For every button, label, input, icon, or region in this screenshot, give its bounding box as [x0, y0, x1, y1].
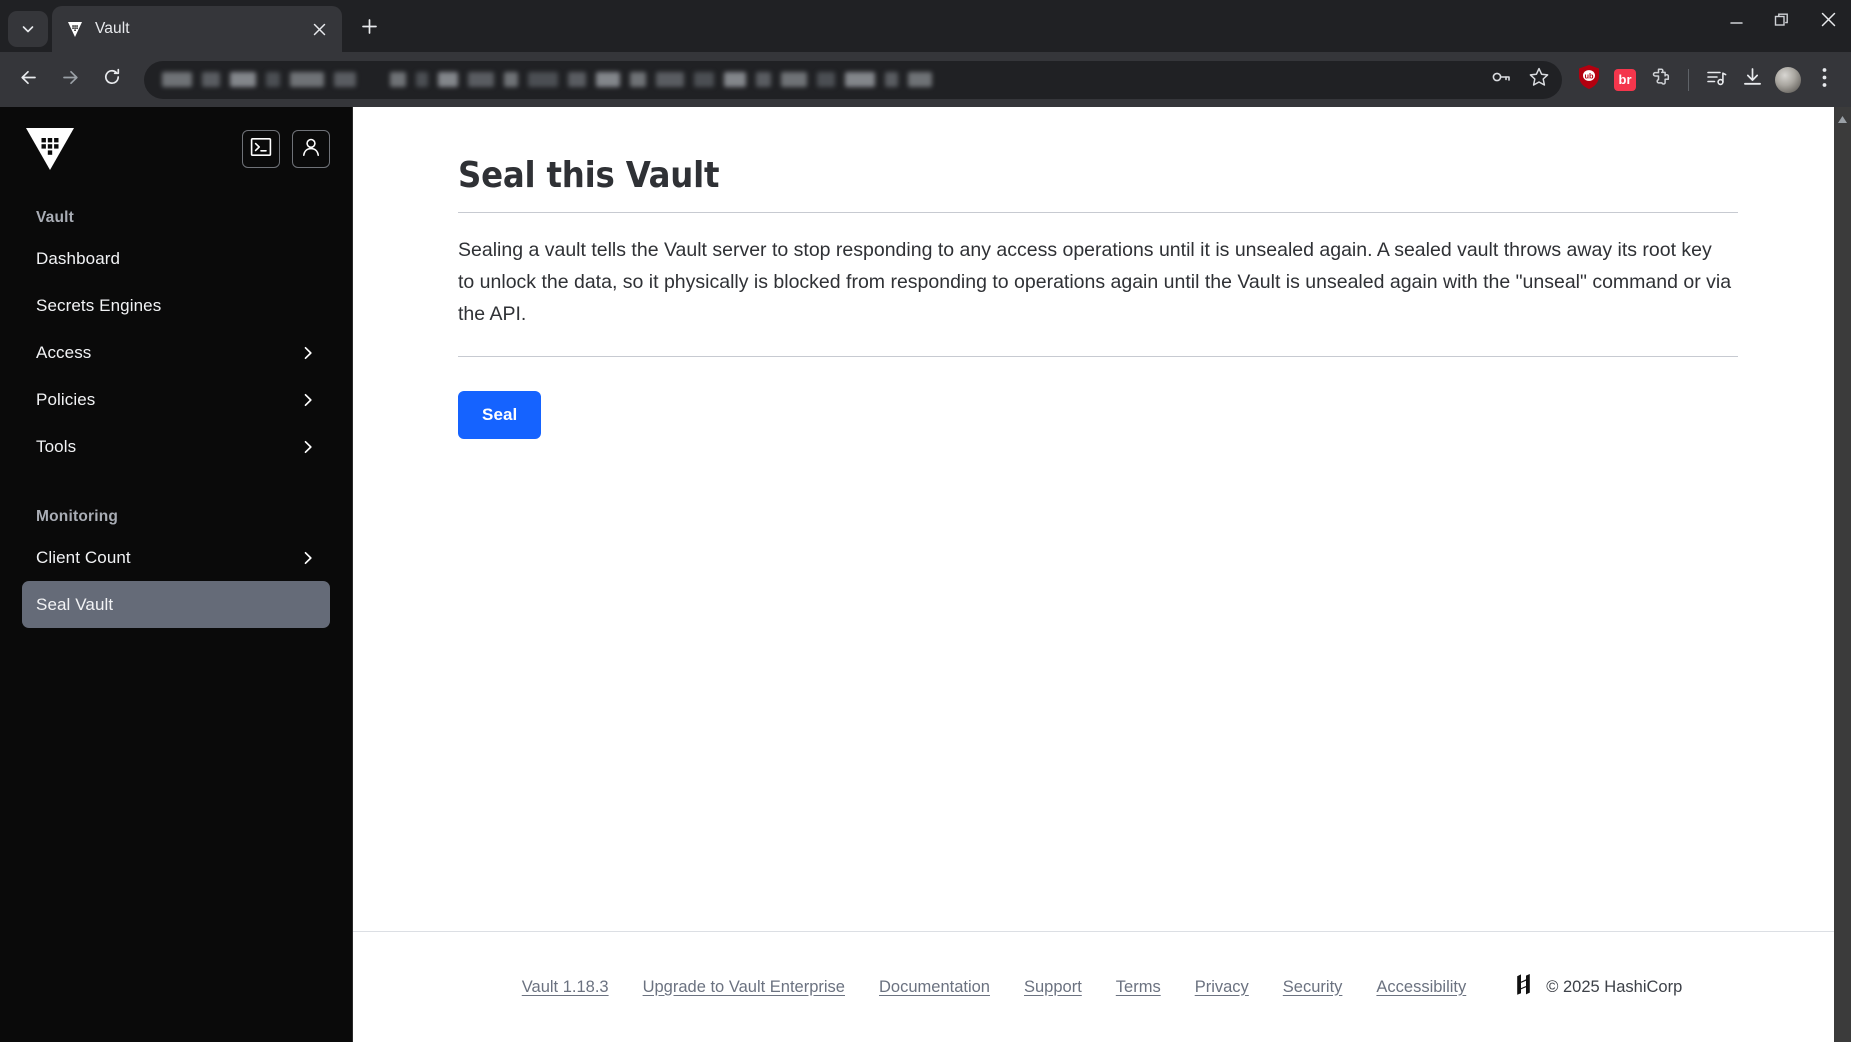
footer-link-security[interactable]: Security — [1283, 978, 1343, 997]
sidebar-item-tools[interactable]: Tools — [22, 423, 330, 470]
sidebar-item-label: Client Count — [36, 547, 131, 567]
extensions-puzzle-icon — [1650, 66, 1673, 94]
footer-link-support[interactable]: Support — [1024, 978, 1082, 997]
sidebar-item-label: Dashboard — [36, 248, 121, 268]
copyright-text: © 2025 HashiCorp — [1546, 977, 1683, 996]
close-icon[interactable] — [306, 16, 332, 42]
hashicorp-logo-icon — [1514, 974, 1533, 1000]
chevron-right-icon — [300, 345, 316, 361]
maximize-window-button[interactable] — [1759, 0, 1805, 44]
bookmark-button[interactable] — [1522, 63, 1556, 97]
minimize-window-button[interactable] — [1713, 0, 1759, 44]
chevron-right-icon — [300, 439, 316, 455]
sidebar-item-label: Policies — [36, 389, 96, 409]
sidebar-item-label: Seal Vault — [36, 594, 114, 614]
save-password-button[interactable] — [1484, 63, 1518, 97]
footer-link-terms[interactable]: Terms — [1116, 978, 1161, 997]
footer-link-upgrade[interactable]: Upgrade to Vault Enterprise — [643, 978, 845, 997]
footer-link-privacy[interactable]: Privacy — [1195, 978, 1249, 997]
br-extension-button[interactable]: br — [1608, 63, 1642, 97]
console-toggle-button[interactable] — [242, 130, 280, 168]
main-content: Seal this Vault Sealing a vault tells th… — [353, 107, 1851, 1042]
user-icon — [300, 136, 322, 163]
sidebar-item-label: Secrets Engines — [36, 295, 162, 315]
page-footer: Vault 1.18.3 Upgrade to Vault Enterprise… — [353, 932, 1851, 1042]
seal-description: Sealing a vault tells the Vault server t… — [458, 239, 1732, 325]
user-menu-button[interactable] — [292, 130, 330, 168]
vault-triangle-icon — [66, 20, 84, 38]
new-tab-button[interactable] — [352, 12, 386, 46]
minimize-icon — [1729, 12, 1744, 32]
sidebar-nav-monitoring: Client Count Seal Vault — [0, 534, 352, 628]
ublock-origin-extension-button[interactable]: ub — [1572, 63, 1606, 97]
sidebar-header — [0, 107, 352, 171]
page-viewport: Vault Dashboard Secrets Engines Access P… — [0, 107, 1851, 1042]
sidebar-item-secrets-engines[interactable]: Secrets Engines — [22, 282, 330, 329]
description-divider — [458, 356, 1738, 358]
vault-logo-icon[interactable] — [25, 127, 75, 171]
tab-title: Vault — [95, 20, 130, 37]
browser-window: Vault ub br Vault Dashboard Secrets Engi… — [0, 0, 1851, 1042]
media-control-button[interactable] — [1699, 63, 1733, 97]
sidebar-section-label-vault: Vault — [36, 209, 75, 226]
chevron-right-icon — [300, 392, 316, 408]
browser-menu-button[interactable] — [1807, 63, 1841, 97]
forward-button[interactable] — [50, 60, 90, 100]
sidebar-item-dashboard[interactable]: Dashboard — [22, 235, 330, 282]
footer-copyright: © 2025 HashiCorp — [1514, 974, 1682, 1000]
page-title: Seal this Vault — [458, 155, 720, 196]
toolbar-divider — [1688, 68, 1689, 91]
footer-link-documentation[interactable]: Documentation — [879, 978, 990, 997]
profile-button[interactable] — [1771, 63, 1805, 97]
footer-link-version[interactable]: Vault 1.18.3 — [522, 978, 609, 997]
page-scrollbar[interactable] — [1834, 107, 1851, 1042]
extensions-button[interactable] — [1644, 63, 1678, 97]
seal-vault-panel: Seal this Vault Sealing a vault tells th… — [458, 155, 1738, 440]
chevron-down-icon — [20, 21, 36, 37]
reload-button[interactable] — [92, 60, 132, 100]
sidebar-item-seal-vault[interactable]: Seal Vault — [22, 581, 330, 628]
sidebar-item-policies[interactable]: Policies — [22, 376, 330, 423]
terminal-icon — [250, 136, 272, 163]
download-icon — [1741, 66, 1764, 94]
media-playlist-icon — [1705, 66, 1728, 94]
back-button[interactable] — [8, 60, 48, 100]
browser-tab[interactable]: Vault — [52, 6, 342, 52]
omnibox-actions — [1484, 63, 1556, 97]
star-icon — [1528, 66, 1550, 93]
close-window-icon — [1820, 11, 1837, 33]
sidebar-item-label: Access — [36, 342, 92, 362]
ublock-origin-icon: ub — [1577, 64, 1601, 95]
scroll-up-arrow-icon[interactable] — [1837, 107, 1848, 129]
chevron-right-icon — [300, 550, 316, 566]
br-extension-icon: br — [1614, 68, 1636, 91]
browser-toolbar: ub br — [0, 52, 1851, 107]
sidebar-item-access[interactable]: Access — [22, 329, 330, 376]
close-window-button[interactable] — [1805, 0, 1851, 44]
reload-icon — [102, 67, 122, 92]
window-controls — [1713, 0, 1851, 44]
address-bar[interactable] — [144, 60, 1562, 99]
forward-arrow-icon — [60, 67, 81, 93]
three-dot-menu-icon — [1822, 67, 1827, 93]
downloads-button[interactable] — [1735, 63, 1769, 97]
sidebar-nav-vault: Dashboard Secrets Engines Access Policie… — [0, 235, 352, 470]
plus-icon — [361, 18, 378, 40]
restore-window-icon — [1774, 12, 1790, 33]
sidebar-item-label: Tools — [36, 436, 77, 456]
app-sidebar: Vault Dashboard Secrets Engines Access P… — [0, 107, 353, 1042]
tab-strip: Vault — [0, 0, 1851, 52]
profile-avatar — [1775, 66, 1801, 93]
svg-text:ub: ub — [1584, 72, 1594, 81]
sidebar-header-actions — [242, 130, 330, 168]
back-arrow-icon — [18, 67, 39, 93]
sidebar-section-label-monitoring: Monitoring — [36, 508, 119, 525]
footer-link-accessibility[interactable]: Accessibility — [1376, 978, 1466, 997]
main-inner: Seal this Vault Sealing a vault tells th… — [353, 107, 1851, 931]
tab-search-button[interactable] — [8, 11, 48, 47]
key-icon — [1490, 66, 1512, 93]
sidebar-item-client-count[interactable]: Client Count — [22, 534, 330, 581]
seal-button[interactable]: Seal — [458, 391, 542, 440]
address-bar-url-redacted — [162, 69, 1484, 91]
